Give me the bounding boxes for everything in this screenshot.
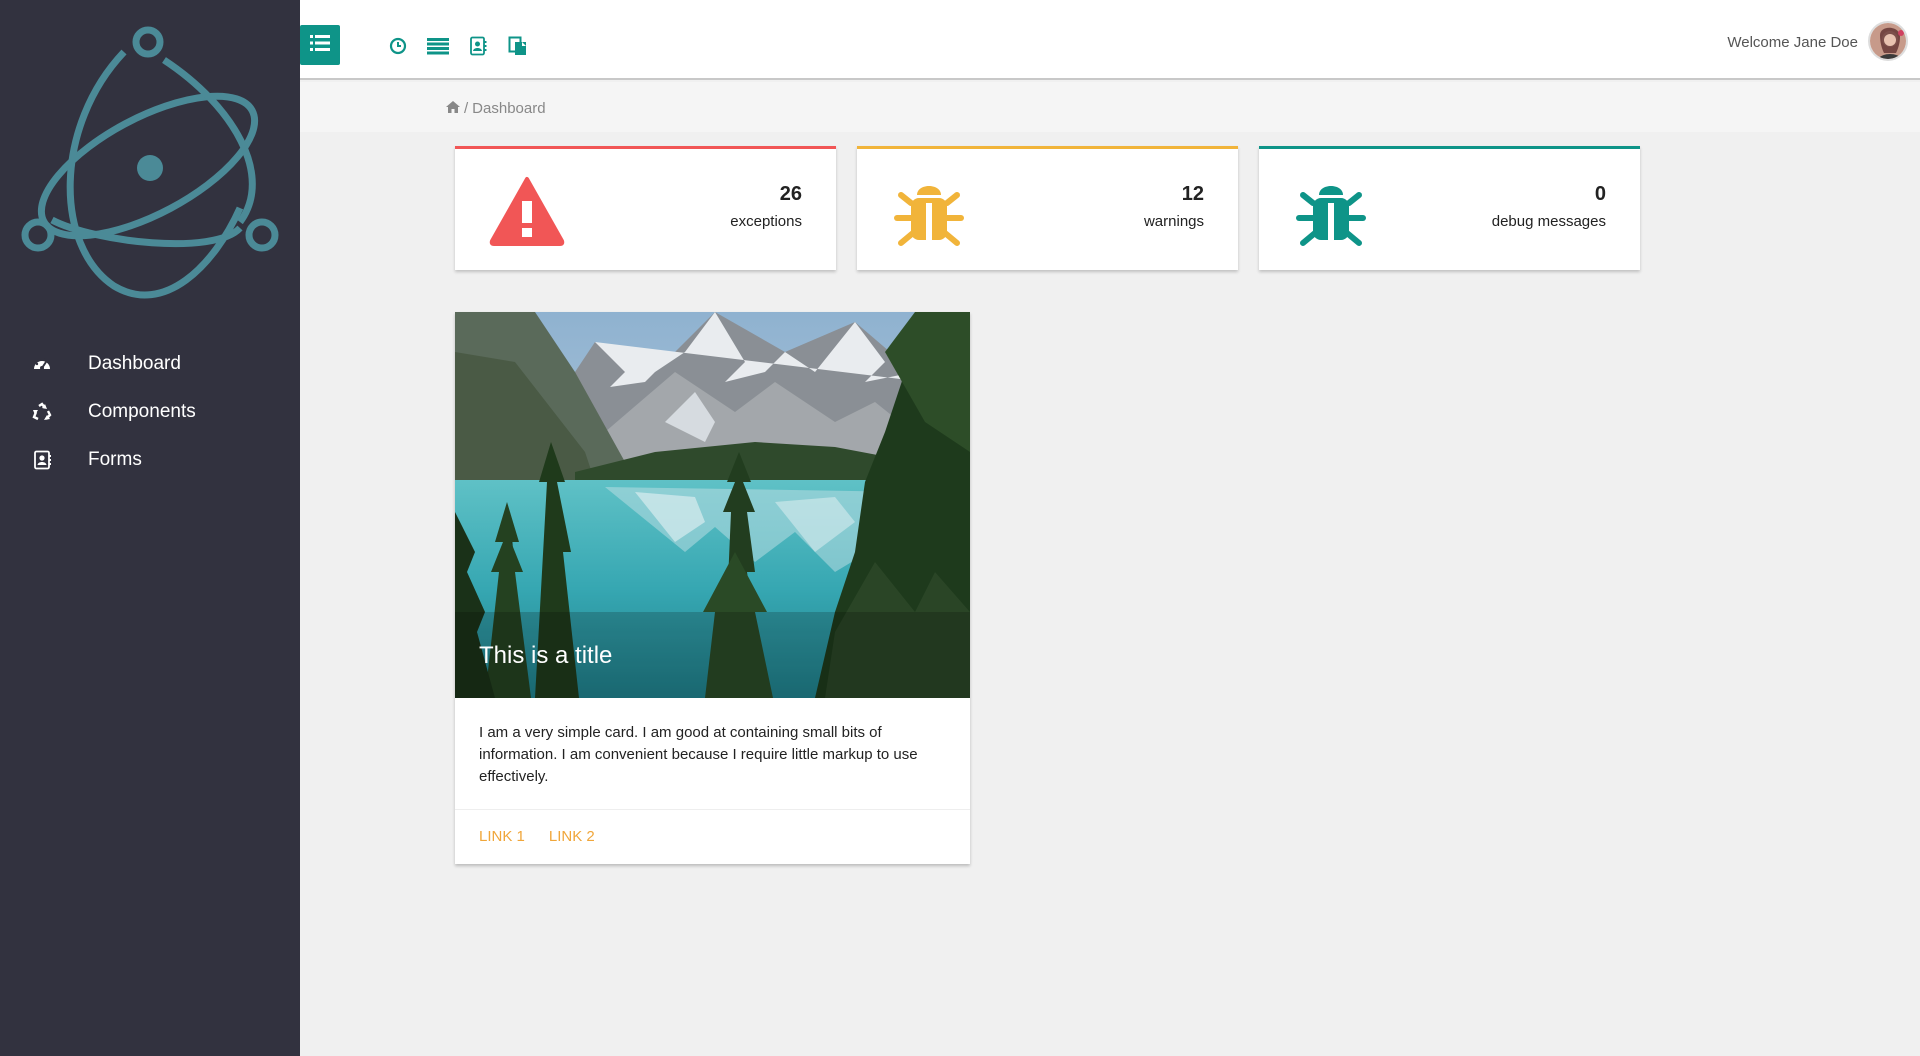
stat-value: 12 xyxy=(1181,183,1204,205)
menu-toggle-button[interactable] xyxy=(300,25,340,65)
copy-icon[interactable] xyxy=(506,34,530,58)
list-icon xyxy=(310,34,330,57)
card-actions: LINK 1 LINK 2 xyxy=(455,810,970,863)
stat-card-warnings: 12 warnings xyxy=(857,146,1238,270)
avatar[interactable] xyxy=(1868,21,1908,61)
card-title: This is a title xyxy=(479,642,613,669)
landscape-image xyxy=(455,312,970,698)
contact-book-icon[interactable] xyxy=(466,34,490,58)
sidebar-item-label: Forms xyxy=(88,449,142,470)
breadcrumb-bar: / Dashboard xyxy=(300,82,1920,132)
stat-card-exceptions: 26 exceptions xyxy=(455,146,836,270)
bug-icon xyxy=(1296,186,1366,246)
stat-label: warnings xyxy=(1143,213,1204,230)
home-icon[interactable] xyxy=(446,100,460,117)
sidebar-item-forms[interactable]: Forms xyxy=(0,436,300,484)
top-bar: Welcome Jane Doe xyxy=(300,0,1920,80)
card-text: I am a very simple card. I am good at co… xyxy=(455,698,970,810)
toolbar-icons xyxy=(386,34,530,58)
clock-icon[interactable] xyxy=(386,34,410,58)
list-lines-icon[interactable] xyxy=(426,34,450,58)
breadcrumb-current: Dashboard xyxy=(472,100,546,117)
sidebar-item-components[interactable]: Components xyxy=(0,388,300,436)
stat-label: debug messages xyxy=(1491,213,1606,230)
stat-value: 0 xyxy=(1594,183,1606,205)
sidebar: Dashboard Components Forms xyxy=(0,0,300,1056)
stat-label: exceptions xyxy=(730,213,802,230)
bug-icon xyxy=(894,186,964,246)
stat-value: 26 xyxy=(779,183,802,205)
image-card: This is a title I am a very simple card.… xyxy=(455,312,970,864)
breadcrumb: / Dashboard xyxy=(446,100,546,117)
welcome-text: Welcome Jane Doe xyxy=(1727,34,1858,51)
recycle-icon xyxy=(30,400,54,424)
card-image: This is a title xyxy=(455,312,970,698)
sidebar-nav: Dashboard Components Forms xyxy=(0,340,300,484)
sidebar-item-label: Components xyxy=(88,401,196,422)
electron-logo xyxy=(21,26,279,299)
warning-icon xyxy=(489,177,565,246)
sidebar-item-label: Dashboard xyxy=(88,353,181,374)
breadcrumb-separator: / xyxy=(464,100,469,117)
sidebar-item-dashboard[interactable]: Dashboard xyxy=(0,340,300,388)
stat-card-debug: 0 debug messages xyxy=(1259,146,1640,270)
card-link-1[interactable]: LINK 1 xyxy=(479,828,525,845)
card-link-2[interactable]: LINK 2 xyxy=(549,828,595,845)
dashboard-icon xyxy=(30,352,54,376)
contact-book-icon xyxy=(30,448,54,472)
